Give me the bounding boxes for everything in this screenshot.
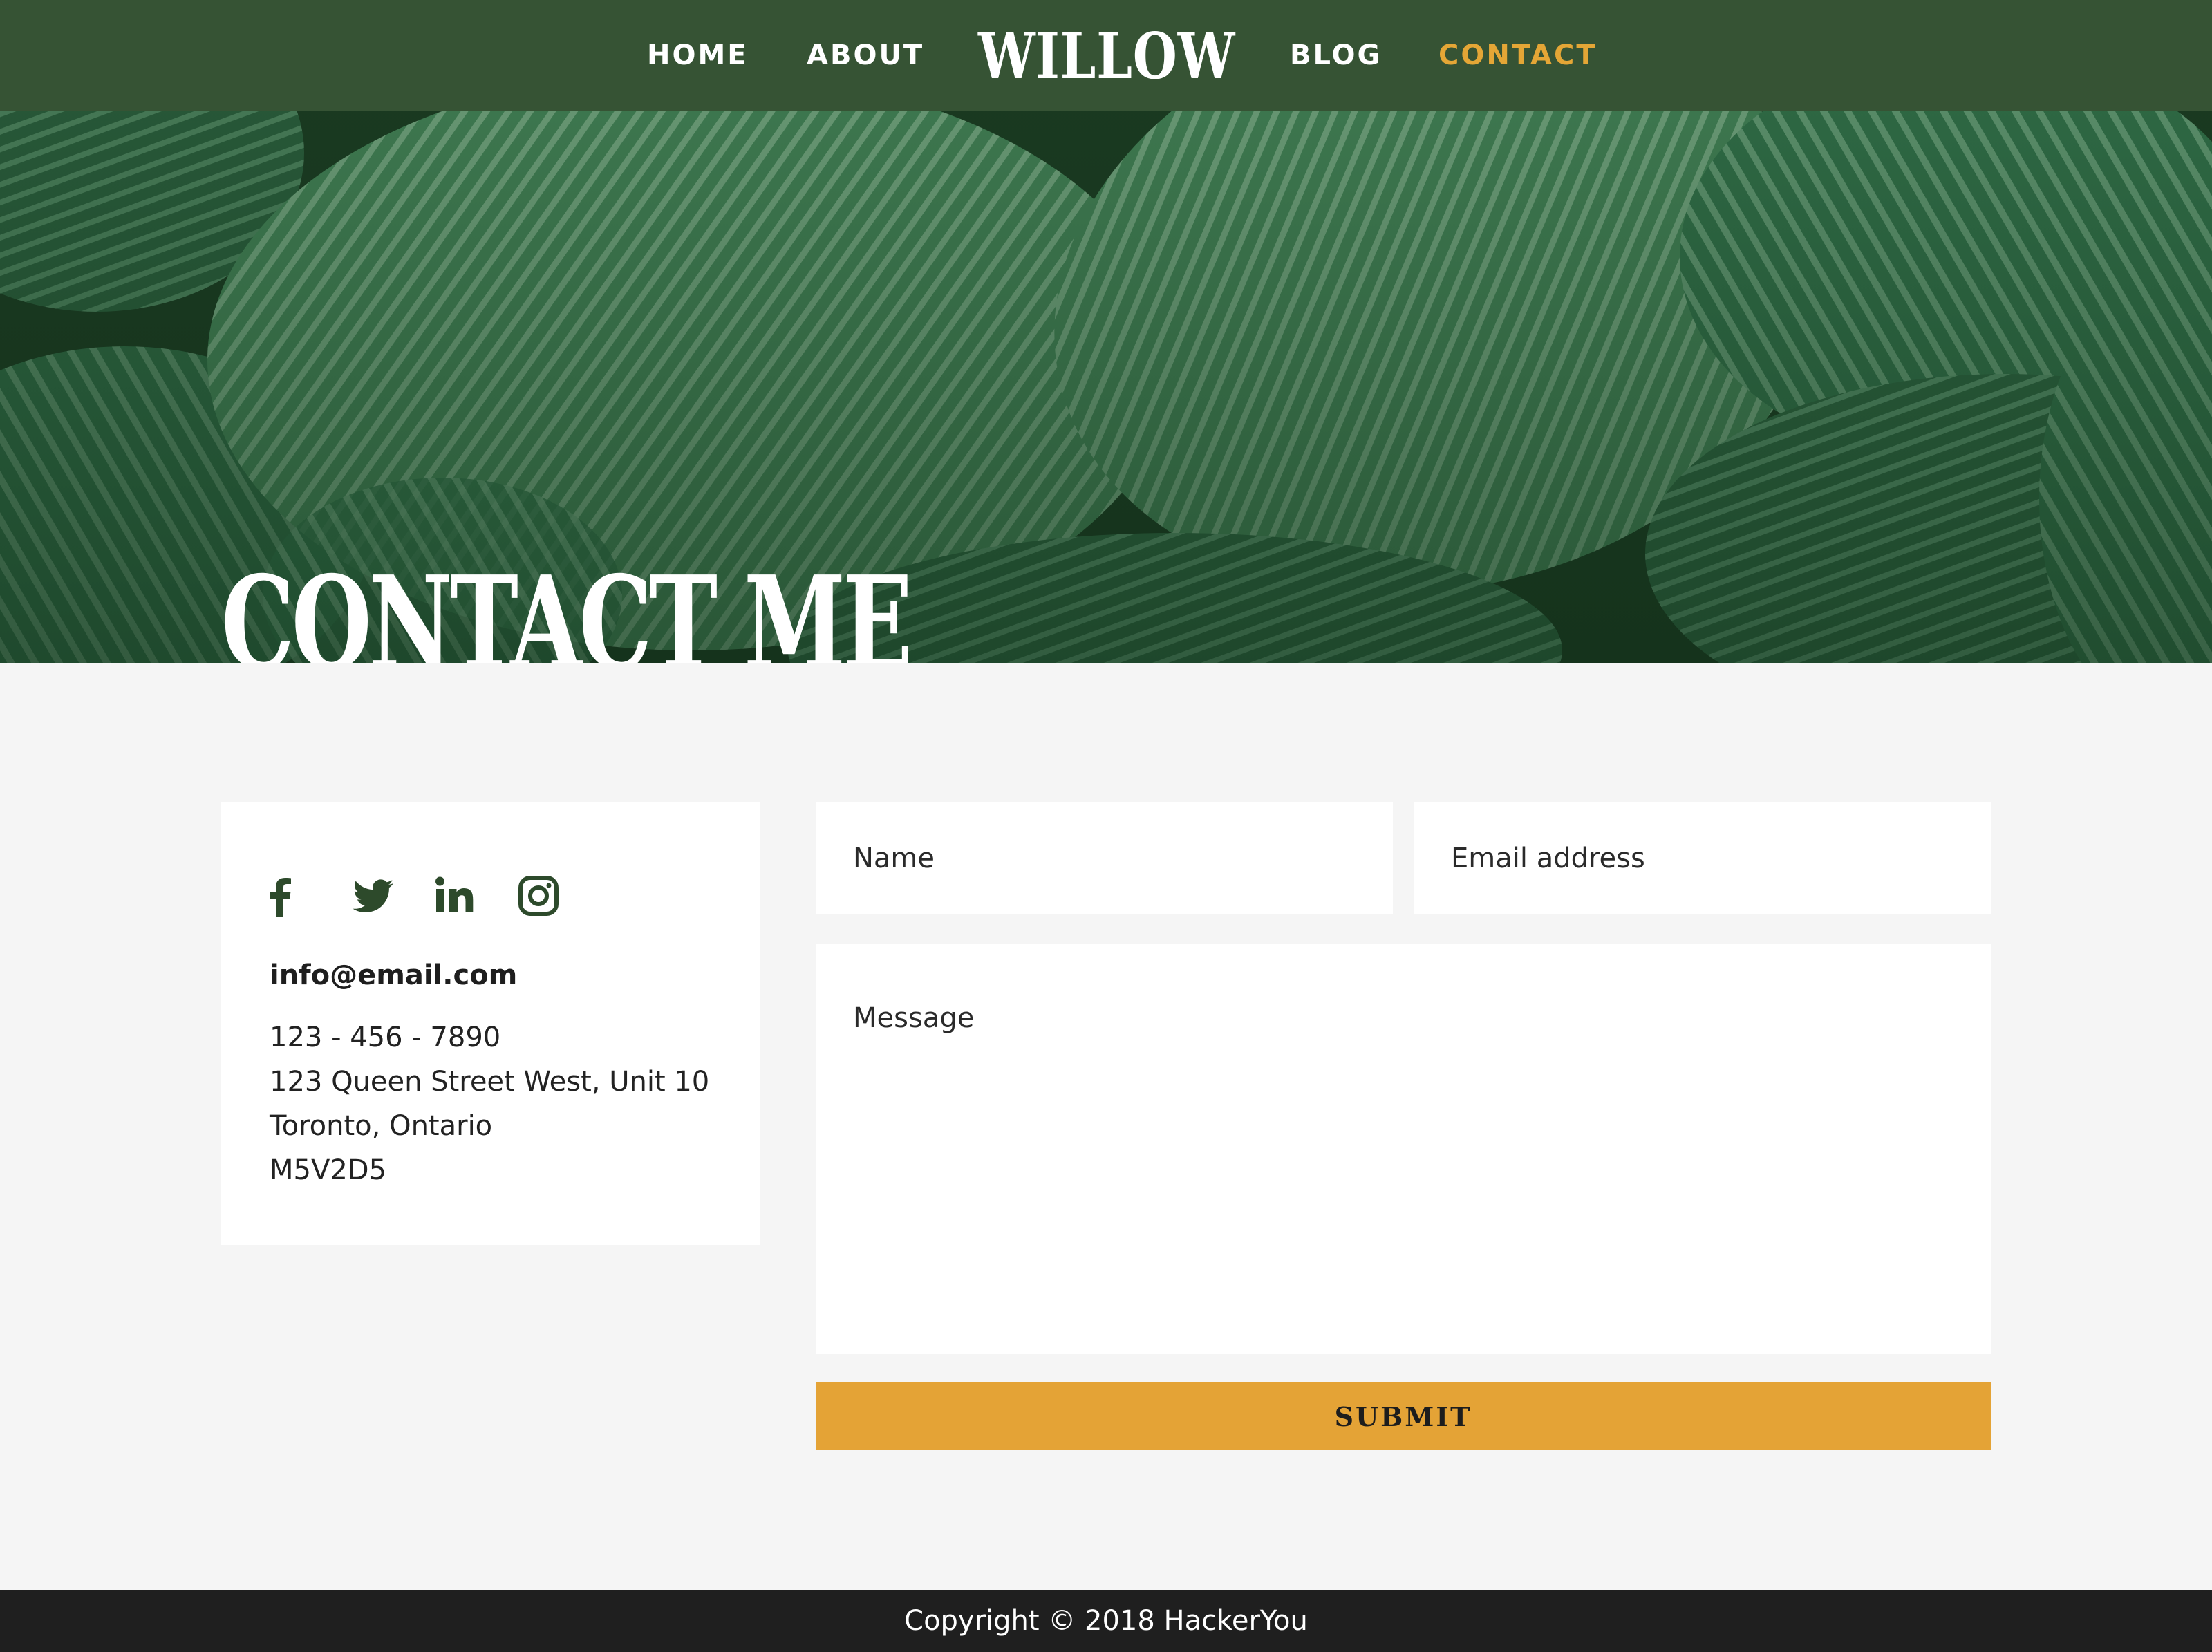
email-input[interactable] [1414,802,1991,914]
facebook-icon[interactable] [256,871,306,921]
contact-info-card: info@email.com 123 - 456 - 7890 123 Quee… [221,802,760,1245]
twitter-icon[interactable] [348,871,397,921]
nav-blog-link[interactable]: BLOG [1290,0,1382,111]
submit-button[interactable]: SUBMIT [816,1382,1991,1450]
footer-copyright: Copyright © 2018 HackerYou [0,1590,2212,1652]
nav-contact-link[interactable]: CONTACT [1438,0,1597,111]
contact-address-line2: Toronto, Ontario [270,1110,493,1142]
hero-banner: CONTACT ME [0,111,2212,663]
site-logo[interactable]: WILLOW [978,0,1235,111]
instagram-icon[interactable] [514,871,563,921]
message-textarea[interactable] [816,944,1991,1354]
linkedin-icon[interactable] [431,871,480,921]
contact-email[interactable]: info@email.com [270,959,517,991]
page-title: CONTACT ME [221,547,913,664]
main-nav: HOME ABOUT WILLOW BLOG CONTACT [0,0,2212,111]
name-input[interactable] [816,802,1393,914]
contact-phone: 123 - 456 - 7890 [270,1022,501,1053]
contact-address-line1: 123 Queen Street West, Unit 10 [270,1066,710,1098]
nav-home-link[interactable]: HOME [647,0,749,111]
nav-about-link[interactable]: ABOUT [807,0,924,111]
contact-postal-code: M5V2D5 [270,1154,387,1186]
